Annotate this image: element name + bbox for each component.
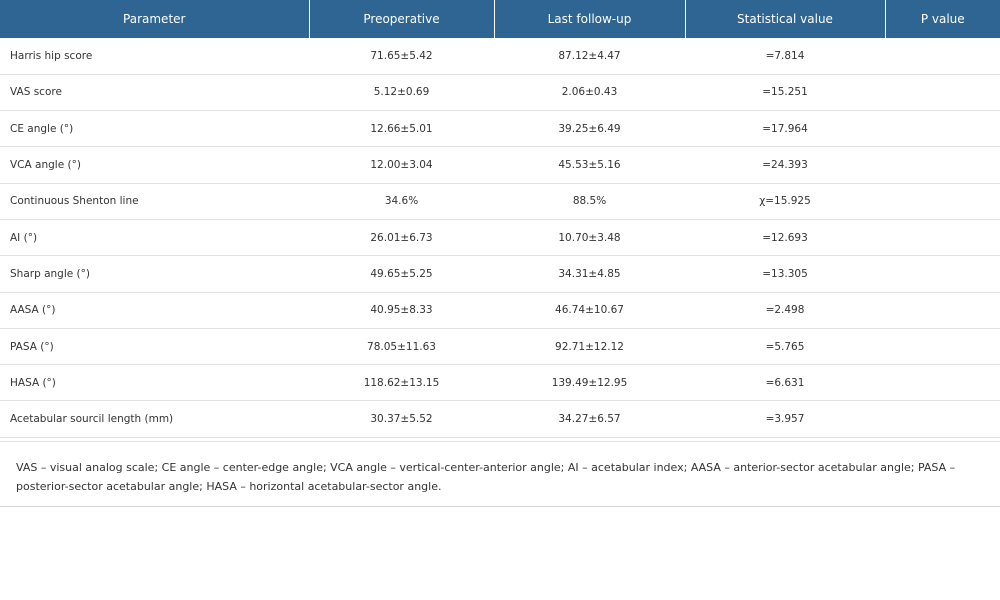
cell-p-value: [885, 365, 1000, 401]
cell-statistical-value: =3.957: [765, 413, 805, 426]
table-header: Parameter Preoperative Last follow-up St…: [0, 0, 1000, 38]
cell-preoperative: 40.95±8.33: [370, 304, 433, 317]
cell-statistical-value: =2.498: [765, 304, 805, 317]
cell-preoperative: 5.12±0.69: [373, 86, 430, 99]
cell-statistical-value: =17.964: [762, 122, 808, 135]
cell-p-value: [885, 147, 1000, 183]
cell-statistical-value: =5.765: [765, 340, 805, 353]
cell-last-follow-up: 92.71±12.12: [555, 340, 624, 353]
table-row: VCA angle (°) 12.00±3.04 45.53±5.16 =24.393: [0, 147, 1000, 184]
cell-statistical-value: =24.393: [762, 159, 808, 172]
header-statistical-value: Statistical value: [685, 0, 886, 38]
cell-parameter: Continuous Shenton line: [10, 195, 139, 208]
header-preoperative: Preoperative: [309, 0, 495, 38]
cell-p-value: [885, 111, 1000, 147]
cell-preoperative: 26.01±6.73: [370, 231, 433, 244]
cell-last-follow-up: 2.06±0.43: [561, 86, 618, 99]
cell-p-value: [885, 74, 1000, 110]
table-row: Continuous Shenton line 34.6% 88.5% χ=15.92…: [0, 183, 1000, 220]
table-row: Acetabular sourcil length (mm) 30.37±5.52…: [0, 401, 1000, 438]
table-row: PASA (°) 78.05±11.63 92.71±12.12 =5.765: [0, 328, 1000, 365]
cell-parameter: AI (°): [10, 231, 38, 244]
data-table-container: Parameter Preoperative Last follow-up St…: [0, 0, 1000, 438]
cell-last-follow-up: 34.27±6.57: [558, 413, 621, 426]
cell-parameter: Acetabular sourcil length (mm): [10, 413, 174, 426]
cell-last-follow-up: 39.25±6.49: [558, 122, 621, 135]
cell-p-value: [885, 401, 1000, 437]
cell-p-value: [885, 183, 1000, 219]
parameters-table: Parameter Preoperative Last follow-up St…: [0, 0, 1000, 438]
cell-preoperative: 118.62±13.15: [363, 376, 440, 389]
table-body: Harris hip score 71.65±5.42 87.12±4.47 =7.8…: [0, 38, 1000, 438]
cell-parameter: VAS score: [10, 86, 62, 99]
table-row: AASA (°) 40.95±8.33 46.74±10.67 =2.498: [0, 292, 1000, 329]
cell-last-follow-up: 88.5%: [572, 195, 607, 208]
cell-last-follow-up: 139.49±12.95: [551, 376, 628, 389]
cell-preoperative: 30.37±5.52: [370, 413, 433, 426]
cell-p-value: [885, 292, 1000, 328]
cell-parameter: Sharp angle (°): [10, 267, 90, 280]
cell-last-follow-up: 34.31±4.85: [558, 267, 621, 280]
cell-preoperative: 78.05±11.63: [367, 340, 436, 353]
cell-parameter: PASA (°): [10, 340, 54, 353]
header-parameter: Parameter: [0, 0, 310, 38]
cell-statistical-value: =7.814: [765, 49, 805, 62]
cell-preoperative: 34.6%: [384, 195, 419, 208]
cell-statistical-value: =15.251: [762, 86, 808, 99]
cell-p-value: [885, 256, 1000, 292]
cell-parameter: VCA angle (°): [10, 159, 81, 172]
cell-last-follow-up: 46.74±10.67: [555, 304, 624, 317]
cell-preoperative: 12.66±5.01: [370, 122, 433, 135]
cell-preoperative: 71.65±5.42: [370, 49, 433, 62]
cell-statistical-value: =13.305: [762, 267, 808, 280]
cell-p-value: [885, 219, 1000, 255]
header-p-value: P value: [920, 12, 965, 26]
table-row: AI (°) 26.01±6.73 10.70±3.48 =12.693: [0, 219, 1000, 256]
cell-statistical-value: =6.631: [765, 376, 805, 389]
table-row: Harris hip score 71.65±5.42 87.12±4.47 =7.8…: [0, 38, 1000, 75]
cell-parameter: HASA (°): [10, 376, 56, 389]
cell-last-follow-up: 87.12±4.47: [558, 49, 621, 62]
cell-statistical-value: χ=15.925: [759, 195, 811, 208]
cell-preoperative: 49.65±5.25: [370, 267, 433, 280]
header-row: Parameter Preoperative Last follow-up St…: [0, 0, 1000, 38]
table-row: Sharp angle (°) 49.65±5.25 34.31±4.85 =13.3…: [0, 256, 1000, 293]
table-row: CE angle (°) 12.66±5.01 39.25±6.49 =17.964: [0, 111, 1000, 147]
cell-statistical-value: =12.693: [762, 231, 808, 244]
table-row: VAS score 5.12±0.69 2.06±0.43 =15.251: [0, 74, 1000, 111]
cell-parameter: CE angle (°): [10, 122, 74, 135]
cell-preoperative: 12.00±3.04: [370, 159, 433, 172]
header-last-follow-up: Last follow-up: [494, 0, 686, 38]
cell-parameter: Harris hip score: [10, 49, 93, 62]
cell-p-value: [885, 328, 1000, 364]
cell-last-follow-up: 10.70±3.48: [558, 231, 621, 244]
table-row: HASA (°) 118.62±13.15 139.49±12.95 =6.631: [0, 365, 1000, 401]
cell-parameter: AASA (°): [10, 304, 56, 317]
cell-last-follow-up: 45.53±5.16: [558, 159, 621, 172]
cell-p-value: [885, 38, 1000, 74]
table-footnote: VAS – visual analog scale; CE angle – ce…: [0, 441, 1000, 507]
